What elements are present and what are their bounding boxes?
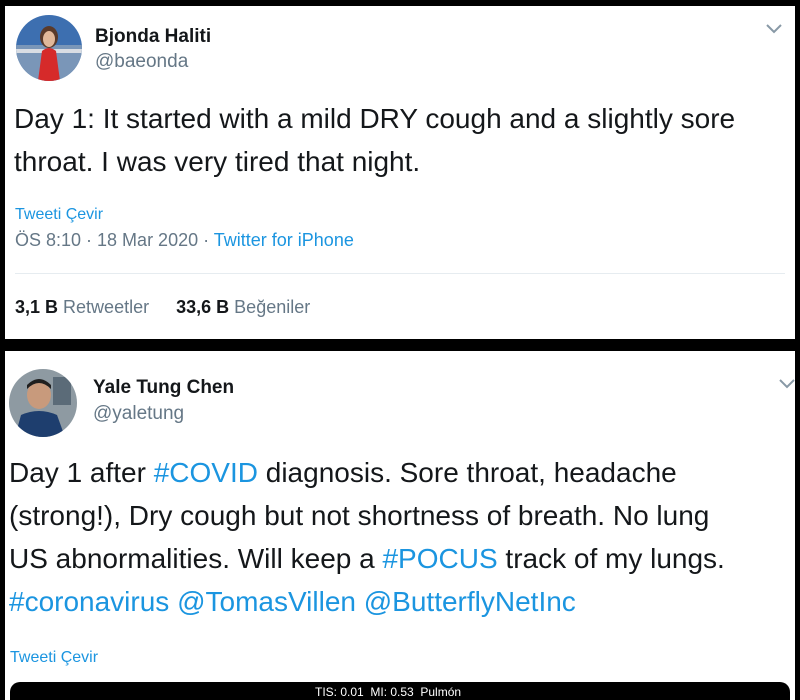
- text-span: track of my lungs.: [497, 543, 725, 574]
- text-span: US abnormalities. Will keep a: [9, 543, 383, 574]
- tweet-text: Day 1 after #COVID diagnosis. Sore throa…: [9, 451, 725, 623]
- tweet-line: (strong!), Dry cough but not shortness o…: [9, 500, 710, 531]
- tweet-line: US abnormalities. Will keep a #POCUS tra…: [9, 537, 725, 580]
- handle[interactable]: @baeonda: [95, 51, 188, 73]
- tweet-line: Day 1 after #COVID diagnosis. Sore throa…: [9, 451, 725, 494]
- divider: [15, 273, 785, 274]
- text-span: diagnosis. Sore throat, headache: [257, 457, 677, 488]
- handle[interactable]: @yaletung: [93, 403, 184, 425]
- source-client-link[interactable]: Twitter for iPhone: [214, 230, 354, 250]
- likes-count: 33,6 B: [176, 297, 230, 317]
- timestamp[interactable]: ÖS 8:10 · 18 Mar 2020 ·: [15, 230, 214, 250]
- tweet-line: throat. I was very tired that night.: [14, 146, 421, 177]
- translate-link[interactable]: Tweeti Çevir: [15, 206, 103, 224]
- retweets-label: Retweetler: [63, 297, 150, 317]
- likes-label: Beğeniler: [234, 297, 311, 317]
- tweet-line: Day 1: It started with a mild DRY cough …: [14, 103, 736, 134]
- media-preview[interactable]: TIS: 0.01 MI: 0.53 Pulmón: [10, 682, 790, 700]
- display-name[interactable]: Yale Tung Chen: [93, 377, 234, 399]
- media-caption: TIS: 0.01 MI: 0.53 Pulmón: [315, 685, 462, 699]
- tweet-line: #coronavirus @TomasVillen @ButterflyNetI…: [9, 580, 725, 623]
- display-name[interactable]: Bjonda Haliti: [95, 26, 211, 48]
- retweets-stat[interactable]: 3,1 B Retweetler: [15, 297, 149, 317]
- hashtag-link[interactable]: #POCUS: [382, 543, 497, 574]
- retweets-count: 3,1 B: [15, 297, 59, 317]
- tweet-text: Day 1: It started with a mild DRY cough …: [14, 97, 735, 183]
- tweet-card-2: Yale Tung Chen @yaletung Day 1 after #CO…: [5, 351, 795, 700]
- chevron-down-icon[interactable]: [765, 22, 783, 36]
- likes-stat[interactable]: 33,6 B Beğeniler: [176, 297, 310, 317]
- mention-link[interactable]: @ButterflyNetInc: [364, 586, 576, 617]
- text-span: Day 1 after: [9, 457, 154, 488]
- translate-link[interactable]: Tweeti Çevir: [10, 649, 98, 667]
- avatar[interactable]: [9, 369, 77, 437]
- avatar[interactable]: [16, 15, 82, 81]
- mention-link[interactable]: @TomasVillen: [177, 586, 356, 617]
- hashtag-link[interactable]: #COVID: [154, 457, 258, 488]
- tweet-meta: ÖS 8:10 · 18 Mar 2020 · Twitter for iPho…: [15, 230, 354, 251]
- tweet-stats: 3,1 B Retweetler 33,6 B Beğeniler: [15, 297, 310, 318]
- chevron-down-icon[interactable]: [778, 377, 795, 391]
- tweet-card-1: Bjonda Haliti @baeonda Day 1: It started…: [5, 6, 795, 339]
- hashtag-link[interactable]: #coronavirus: [9, 586, 169, 617]
